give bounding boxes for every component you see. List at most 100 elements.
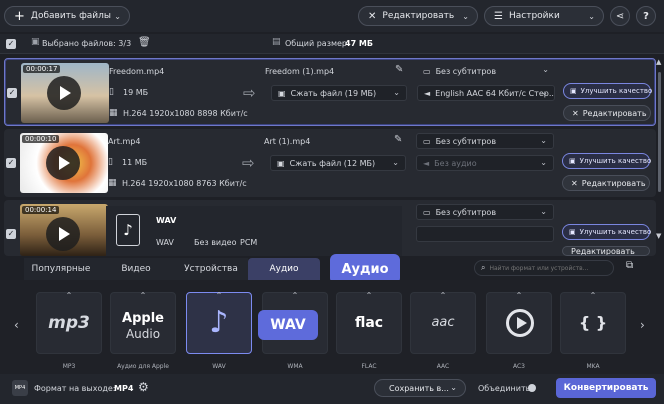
format-mp3[interactable]: ⌃ mp3 (36, 291, 102, 354)
chevron-down-icon: ⌄ (540, 207, 547, 216)
music-note-icon: ♪ (209, 305, 229, 340)
format-label-mka: MKA (586, 363, 600, 370)
add-files-button[interactable]: + Добавить файлы ⌄ (4, 6, 130, 26)
subtitles-select[interactable]: ▭ Без субтитров ⌄ (416, 204, 554, 220)
video-thumbnail[interactable]: 00:00:14 (20, 204, 108, 256)
format-flac[interactable]: ⌃ flac (336, 291, 402, 354)
play-icon[interactable] (46, 217, 80, 251)
subtitles-label: Без субтитров (435, 136, 497, 146)
edit-file-button[interactable]: Редактировать (562, 246, 650, 256)
scroll-thumb[interactable] (658, 72, 661, 192)
audio-label: English AAC 64 Кбит/с Стер... (435, 88, 555, 98)
settings-icon: ☰ (494, 10, 503, 22)
search-box[interactable]: ⌕ (474, 260, 614, 276)
files-icon: ▣ (31, 37, 40, 47)
enhance-quality-button[interactable]: ▣ Улучшить качество (562, 153, 651, 169)
video-thumbnail[interactable]: 00:00:10 (20, 133, 108, 193)
file-checkbox[interactable]: ✓ (6, 229, 16, 239)
chevron-up-icon[interactable]: ▲ (656, 58, 661, 66)
edit-file-button[interactable]: ✕ Редактировать (562, 175, 650, 191)
format-label-flac: FLAC (361, 363, 377, 370)
film-icon: ▦ (109, 108, 118, 118)
convert-label: Конвертировать (563, 383, 649, 393)
compress-select[interactable]: ▣ Сжать файл (19 МБ) ⌄ (271, 85, 407, 101)
format-label-wav: WAV (212, 363, 226, 370)
output-format-icon: MP4 (12, 380, 28, 396)
compress-label: Сжать файл (19 МБ) (290, 88, 377, 98)
total-size-label: Общий размер: (285, 39, 350, 48)
file-checkbox[interactable]: ✓ (7, 88, 17, 98)
merge-toggle[interactable] (528, 384, 536, 392)
subtitles-icon: ▭ (423, 207, 431, 217)
gear-icon[interactable]: ⚙ (138, 380, 149, 394)
format-ac3[interactable]: ⌃ (486, 291, 552, 354)
select-all-checkbox[interactable]: ✓ (6, 39, 16, 49)
preview-title: WAV (156, 216, 177, 225)
question-icon: ? (643, 10, 649, 22)
file-row[interactable]: ✓ 00:00:17 Freedom.mp4 ▯ 19 МБ ▦ H.264 1… (4, 58, 656, 126)
chevron-left-icon[interactable]: ‹ (14, 318, 19, 332)
chevron-up-icon: ⌃ (65, 291, 73, 300)
play-icon[interactable] (47, 76, 81, 110)
tab-audio[interactable]: Аудио (248, 258, 320, 280)
chevron-down-icon: ⌄ (541, 88, 548, 97)
format-tooltip: WAV (258, 310, 318, 340)
speaker-icon: ◄ (423, 158, 430, 168)
enhance-quality-button[interactable]: ▣ Улучшить качество (563, 83, 653, 99)
save-to-button[interactable]: Сохранить в... ⌄ (374, 379, 466, 397)
help-button[interactable]: ? (636, 6, 656, 26)
duration-badge: 00:00:10 (22, 135, 60, 143)
compress-label: Сжать файл (12 МБ) (289, 158, 376, 168)
file-row[interactable]: ✓ 00:00:10 Art.mp4 ▯ 11 МБ ▦ H.264 1920x… (4, 129, 656, 197)
output-format-value: MP4 (114, 384, 134, 393)
enhance-quality-button[interactable]: ▣ Улучшить качество (562, 224, 651, 240)
tab-video[interactable]: Видео (98, 258, 174, 280)
chevron-down-icon: ⌄ (392, 158, 399, 167)
apple-logo-line2: Audio (125, 327, 161, 341)
format-label-aac: AAC (436, 363, 450, 370)
file-checkbox[interactable]: ✓ (6, 158, 16, 168)
apple-logo-line1: Apple (122, 311, 164, 326)
compress-icon: ▣ (277, 158, 285, 168)
convert-button[interactable]: Конвертировать (556, 378, 656, 398)
edit-button[interactable]: ✕ Редактировать ⌄ (358, 6, 478, 26)
audio-select: ◄ Без аудио ⌄ (416, 155, 554, 171)
save-to-label: Сохранить в... (389, 383, 449, 393)
chevron-down-icon: ⌄ (542, 65, 549, 74)
tab-popular[interactable]: Популярные (24, 258, 98, 280)
subtitles-select[interactable]: ▭ Без субтитров ⌄ (416, 133, 554, 149)
format-settings-icon[interactable]: ⧉ (626, 260, 640, 276)
enhance-label: Улучшить качество (580, 87, 653, 95)
trash-icon[interactable]: 🗑 (138, 37, 151, 48)
tab-devices[interactable]: Устройства (174, 258, 248, 280)
mp3-logo: mp3 (48, 313, 90, 333)
play-icon[interactable] (46, 146, 80, 180)
format-mka[interactable]: ⌃ { } (560, 291, 626, 354)
format-wav[interactable]: ⌃ ♪ (186, 291, 252, 354)
video-thumbnail[interactable]: 00:00:17 (21, 63, 109, 123)
convert-arrow-icon: ⇨ (243, 84, 256, 102)
pencil-icon[interactable]: ✎ (394, 134, 402, 145)
total-size-value: 47 МБ (345, 39, 373, 48)
format-aac[interactable]: ⌃ aac (410, 291, 476, 354)
subtitles-select[interactable]: ▭ Без субтитров ⌄ (417, 63, 555, 79)
chevron-down-icon: ⌄ (450, 383, 457, 392)
chevron-right-icon[interactable]: › (640, 318, 645, 332)
edit-file-button[interactable]: ✕ Редактировать (563, 105, 651, 121)
compress-select[interactable]: ▣ Сжать файл (12 МБ) ⌄ (270, 155, 406, 171)
file-list-scrollbar[interactable]: ▲ ▼ (656, 58, 662, 254)
duration-badge: 00:00:17 (23, 65, 61, 73)
chevron-down-icon[interactable]: ▼ (656, 232, 661, 240)
search-input[interactable] (489, 264, 600, 272)
ac3-play-icon (506, 309, 534, 337)
settings-button[interactable]: ☰ Настройки ⌄ (484, 6, 604, 26)
file-name: Art.mp4 (108, 137, 141, 146)
chevron-down-icon: ⌄ (540, 136, 547, 145)
chevron-up-icon: ⌃ (215, 291, 223, 300)
share-button[interactable]: ⋖ (610, 6, 630, 26)
audio-select[interactable]: ◄ English AAC 64 Кбит/с Стер... ⌄ (417, 85, 555, 101)
pencil-icon[interactable]: ✎ (395, 64, 403, 75)
codec-info: H.264 1920x1080 8898 Кбит/с (123, 109, 248, 118)
format-preview-card: ♪ WAV WAV Без видео PCM (106, 206, 402, 256)
format-apple-audio[interactable]: ⌃ Apple Audio (110, 291, 176, 354)
